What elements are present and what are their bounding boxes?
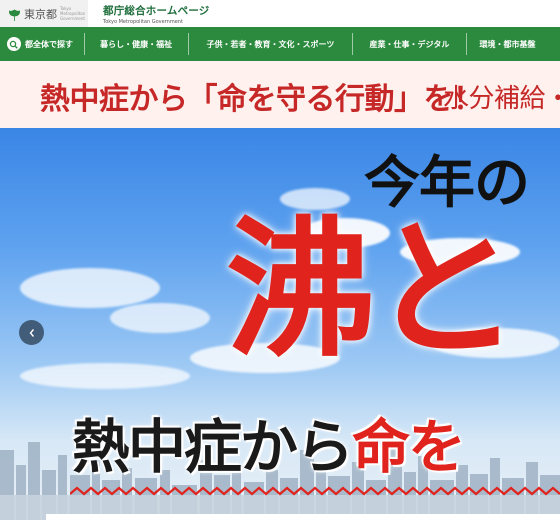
- hero-headline-big: 沸と: [226, 204, 520, 378]
- banner-subtext: 水分補給・: [443, 84, 560, 114]
- search-icon: [7, 37, 21, 51]
- ginkgo-leaf-icon: [8, 7, 21, 21]
- nav-item-label: 暮らし・健康・福祉: [100, 39, 173, 49]
- hero-bottom-panel: [46, 514, 560, 520]
- heatstroke-banner[interactable]: 熱中症から「命を守る行動」を！ 水分補給・: [0, 61, 560, 128]
- logo-text: 東京都: [24, 7, 57, 21]
- hero-carousel[interactable]: 今年の 沸と 熱中症から命を: [0, 128, 560, 520]
- nav-item-living-health-welfare[interactable]: 暮らし・健康・福祉: [83, 33, 188, 55]
- site-title-en: Tokyo Metropolitan Government: [103, 19, 183, 25]
- search-all-button[interactable]: 都全体で探す: [0, 27, 84, 61]
- logo-subtext: Tokyo Metropolitan Government: [60, 6, 86, 21]
- nav-item-label: 環境・都市基盤: [479, 39, 536, 49]
- carousel-prev-button[interactable]: [19, 320, 44, 345]
- hero-headline-bottom-red: 命を: [352, 413, 466, 481]
- banner-headline: 熱中症から「命を守る行動」を！: [40, 82, 483, 117]
- zigzag-decoration: [70, 486, 560, 496]
- tokyo-logo-link[interactable]: 東京都 Tokyo Metropolitan Government: [0, 0, 88, 27]
- hero-headline-bottom: 熱中症から命を: [72, 400, 466, 484]
- nav-item-label: 産業・仕事・デジタル: [369, 39, 450, 49]
- site-header: 東京都 Tokyo Metropolitan Government 都庁総合ホー…: [0, 0, 560, 27]
- cloud-decoration: [20, 268, 160, 308]
- nav-item-environment-infrastructure[interactable]: 環境・都市基盤: [465, 33, 560, 55]
- global-nav: 都全体で探す 暮らし・健康・福祉 子供・若者・教育・文化・スポーツ 産業・仕事・…: [0, 27, 560, 61]
- chevron-left-icon: [29, 328, 34, 337]
- nav-item-label: 子供・若者・教育・文化・スポーツ: [206, 39, 335, 49]
- cloud-decoration: [110, 303, 210, 333]
- site-title: 都庁総合ホームページ: [103, 5, 210, 17]
- site-title-link[interactable]: 都庁総合ホームページ Tokyo Metropolitan Government: [103, 3, 209, 25]
- hero-headline-bottom-black: 熱中症から: [72, 413, 354, 481]
- nav-item-children-education-culture[interactable]: 子供・若者・教育・文化・スポーツ: [187, 33, 353, 55]
- search-all-label: 都全体で探す: [25, 39, 73, 49]
- nav-item-industry-work-digital[interactable]: 産業・仕事・デジタル: [352, 33, 465, 55]
